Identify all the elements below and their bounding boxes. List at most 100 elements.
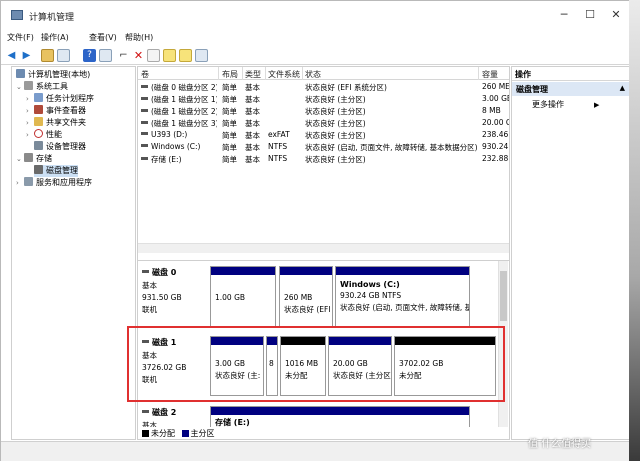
partition-size: 1.00 GB	[215, 293, 246, 302]
disk-icon	[142, 270, 149, 273]
maximize-button[interactable]: ☐	[580, 7, 600, 23]
column-layout[interactable]: 布局	[222, 69, 238, 80]
minimize-button[interactable]: ─	[554, 7, 574, 23]
partition[interactable]: 3.00 GB 状态良好 (主:	[210, 336, 264, 396]
menu-file[interactable]: 文件(F)	[7, 32, 34, 43]
legend-primary: 主分区	[190, 429, 215, 438]
console-tree-icon[interactable]	[57, 49, 70, 62]
disk-0-label[interactable]: 磁盘 0 基本 931.50 GB 联机	[142, 267, 209, 315]
check-icon[interactable]	[147, 49, 160, 62]
properties-icon[interactable]	[99, 49, 112, 62]
volume-icon	[141, 132, 148, 135]
view-icon[interactable]	[195, 49, 208, 62]
volume-name: 存储 (E:)	[141, 154, 217, 165]
chevron-down-icon[interactable]: ⌄	[16, 153, 24, 165]
column-status[interactable]: 状态	[305, 69, 321, 80]
partition[interactable]: 20.00 GB 状态良好 (主分区	[328, 336, 392, 396]
menu-view[interactable]: 查看(V)	[89, 32, 117, 43]
volume-row[interactable]: (磁盘 1 磁盘分区 2) 简单 基本 状态良好 (主分区) 8 MB	[138, 105, 509, 117]
volume-cap-text: 930.24	[482, 142, 509, 151]
partition[interactable]: 260 MB 状态良好 (EFI	[279, 266, 333, 328]
actions-disk-management[interactable]: 磁盘管理 ▲	[512, 82, 629, 96]
volume-cap-text: 238.46	[482, 130, 509, 139]
tree-item-root[interactable]: 计算机管理(本地)	[16, 69, 90, 81]
volume-fs-text: NTFS	[268, 154, 288, 163]
tree-label: 计算机管理(本地)	[28, 70, 91, 79]
delete-icon[interactable]: ✕	[132, 49, 145, 62]
tree-item-services[interactable]: › 服务和应用程序	[16, 177, 92, 189]
volume-status: 状态良好 (主分区)	[305, 130, 477, 141]
collapse-icon[interactable]: ▲	[620, 84, 625, 92]
menu-help[interactable]: 帮助(H)	[125, 32, 153, 43]
volume-name: (磁盘 0 磁盘分区 2)	[141, 82, 217, 93]
disk-1-label[interactable]: 磁盘 1 基本 3726.02 GB 联机	[142, 337, 209, 385]
window-title: 计算机管理	[29, 13, 75, 23]
chevron-right-icon[interactable]: ›	[26, 117, 34, 129]
chevron-right-icon[interactable]: ›	[26, 129, 34, 141]
up-folder-icon[interactable]	[41, 49, 54, 62]
partition[interactable]: 1.00 GB	[210, 266, 276, 328]
disk-icon	[142, 340, 149, 343]
open-icon[interactable]	[163, 49, 176, 62]
partition-storage[interactable]: 存储 (E:)	[210, 406, 470, 428]
partition[interactable]: 8	[266, 336, 278, 396]
volume-fs-text: NTFS	[268, 142, 288, 151]
tree-item-task-scheduler[interactable]: › 任务计划程序	[26, 93, 94, 105]
volume-status-text: 状态良好 (EFI 系统分区)	[305, 83, 387, 92]
volume-row[interactable]: (磁盘 1 磁盘分区 3) 简单 基本 状态良好 (主分区) 20.00 G	[138, 117, 509, 129]
connect-icon[interactable]: ⌐	[117, 49, 130, 62]
chevron-right-icon: ▶	[594, 101, 600, 109]
volume-name-text: (磁盘 1 磁盘分区 1)	[151, 95, 217, 104]
volume-name: Windows (C:)	[141, 142, 217, 151]
tree-item-performance[interactable]: › 性能	[26, 129, 62, 141]
volume-row[interactable]: U393 (D:) 简单 基本 exFAT 状态良好 (主分区) 238.46	[138, 129, 509, 141]
partition-windows[interactable]: Windows (C:) 930.24 GB NTFS 状态良好 (启动, 页面…	[335, 266, 470, 328]
chevron-right-icon[interactable]: ›	[26, 93, 34, 105]
disk-size: 931.50 GB	[142, 293, 182, 302]
close-button[interactable]: ✕	[606, 7, 626, 23]
volume-cap: 260 ME	[482, 82, 509, 91]
partition-unallocated[interactable]: 1016 MB 未分配	[280, 336, 326, 396]
tree-item-shared-folders[interactable]: › 共享文件夹	[26, 117, 86, 129]
actions-pane: 操作 磁盘管理 ▲ 更多操作 ▶	[511, 66, 630, 440]
horizontal-scrollbar[interactable]	[138, 243, 509, 253]
chevron-right-icon[interactable]: ›	[26, 105, 34, 117]
tree-item-storage[interactable]: ⌄ 存储	[16, 153, 52, 165]
help-icon[interactable]: ?	[83, 49, 96, 62]
chevron-down-icon[interactable]: ⌄	[16, 81, 24, 93]
volume-row[interactable]: 存储 (E:) 简单 基本 NTFS 状态良好 (主分区) 232.88	[138, 153, 509, 165]
column-type[interactable]: 类型	[245, 69, 261, 80]
volume-type-text: 基本	[245, 83, 260, 92]
column-volume[interactable]: 卷	[141, 69, 149, 80]
volume-row[interactable]: (磁盘 0 磁盘分区 2) 简单 基本 状态良好 (EFI 系统分区) 260 ME	[138, 81, 509, 93]
tree-item-device-manager[interactable]: 设备管理器	[26, 141, 86, 153]
more-actions-link[interactable]: 更多操作 ▶	[532, 99, 599, 110]
volume-name: U393 (D:)	[141, 130, 217, 139]
legend: 未分配 主分区	[138, 427, 509, 439]
tree-item-disk-management[interactable]: 磁盘管理	[34, 165, 78, 177]
tree-item-event-viewer[interactable]: › 事件查看器	[26, 105, 86, 117]
scroll-thumb[interactable]	[500, 271, 507, 321]
disk-size: 3726.02 GB	[142, 363, 187, 372]
volume-row[interactable]: Windows (C:) 简单 基本 NTFS 状态良好 (启动, 页面文件, 故障转储…	[138, 141, 509, 153]
clock-icon	[34, 93, 43, 102]
volume-type: 基本	[245, 106, 265, 117]
vertical-scrollbar[interactable]	[498, 261, 508, 439]
volume-cap: 20.00 G	[482, 118, 509, 127]
partition-size: 3.00 GB	[215, 359, 246, 368]
volume-type: 基本	[245, 142, 265, 153]
forward-arrow-icon[interactable]: ▶	[20, 49, 33, 62]
column-filesystem[interactable]: 文件系统	[268, 69, 300, 80]
storage-icon	[24, 153, 33, 162]
back-arrow-icon[interactable]: ◀	[5, 49, 18, 62]
menu-action[interactable]: 操作(A)	[41, 32, 69, 43]
volume-row[interactable]: (磁盘 1 磁盘分区 1) 简单 基本 状态良好 (主分区) 3.00 GE	[138, 93, 509, 105]
disk-type: 基本	[142, 351, 157, 360]
column-capacity[interactable]: 容量	[482, 69, 498, 80]
tree-item-system-tools[interactable]: ⌄ 系统工具	[16, 81, 68, 93]
partition-unallocated[interactable]: 3702.02 GB 未分配	[394, 336, 496, 396]
main-window: 计算机管理 ─ ☐ ✕ 文件(F) 操作(A) 查看(V) 帮助(H) ◀ ▶ …	[0, 0, 640, 461]
search-icon[interactable]	[179, 49, 192, 62]
volume-name-text: U393 (D:)	[151, 130, 188, 139]
chevron-right-icon[interactable]: ›	[16, 177, 24, 189]
